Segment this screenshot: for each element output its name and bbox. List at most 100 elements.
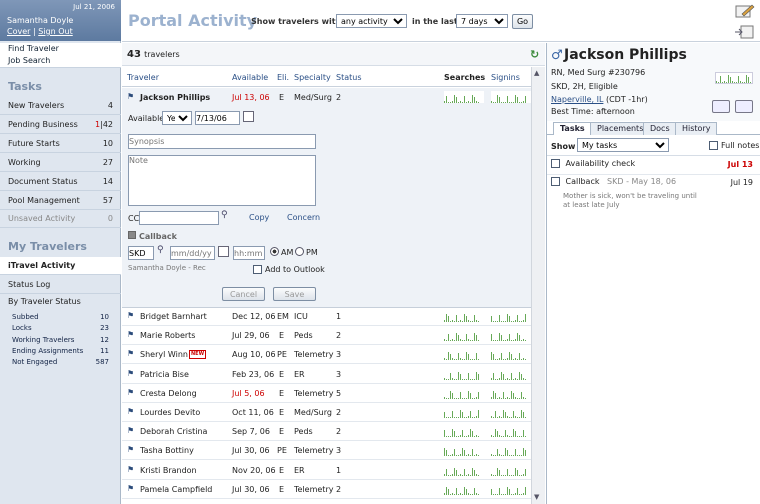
callback-date-input[interactable] (170, 246, 215, 260)
sidebar-item-pool-management[interactable]: Pool Management 57 (0, 192, 121, 210)
flag-icon: ⚑ (127, 330, 135, 340)
table-row[interactable]: ⚑ Sheryl Winn NEW Aug 10, 06 PE Telemetry 3 (122, 345, 531, 365)
traveler-name: Lourdes Devito (140, 408, 201, 417)
status-item-working-travelers[interactable]: Working Travelers 12 (12, 335, 109, 346)
save-button[interactable]: Save (273, 287, 316, 301)
sidebar-item-working[interactable]: Working 27 (0, 154, 121, 172)
status-item-subbed[interactable]: Subbed 10 (12, 312, 109, 323)
location-link[interactable]: Naperville, IL (551, 95, 603, 104)
eligibility: E (279, 331, 285, 341)
callback-time-input[interactable] (233, 246, 265, 260)
table-row[interactable]: ⚑ Patricia Bise Feb 23, 06 E ER 3 (122, 365, 531, 384)
task-checkbox[interactable] (551, 159, 560, 168)
contact-card-icon[interactable] (735, 100, 753, 113)
sidebar-item-document-status[interactable]: Document Status 14 (0, 173, 121, 191)
scroll-up-icon[interactable]: ▲ (534, 69, 539, 77)
table-row[interactable]: ⚑ Cresta Delong Jul 5, 06 E Telemetry 5 (122, 384, 531, 403)
eligibility: E (279, 369, 285, 379)
tab-placements[interactable]: Placements (590, 122, 651, 135)
col-status[interactable]: Status (336, 73, 362, 82)
am-radio[interactable] (270, 247, 279, 256)
lookup-icon[interactable]: ⚲ (221, 210, 228, 220)
col-specialty[interactable]: Specialty (294, 73, 331, 82)
pm-radio[interactable] (295, 247, 304, 256)
task-item[interactable]: Callback SKD - May 18, 06 Jul 19 Mother … (551, 177, 755, 219)
status: 1 (336, 312, 342, 321)
scroll-down-icon[interactable]: ▼ (534, 493, 539, 501)
synopsis-input[interactable] (128, 134, 316, 149)
status-item-not-engaged[interactable]: Not Engaged 587 (12, 357, 109, 368)
find-traveler-link[interactable]: Find Traveler (0, 43, 121, 55)
status: 5 (336, 388, 342, 398)
col-signins[interactable]: Signins (491, 73, 520, 82)
sidebar-item-unsaved-activity[interactable]: Unsaved Activity 0 (0, 210, 121, 228)
cancel-button[interactable]: Cancel (222, 287, 265, 301)
tab-history[interactable]: History (675, 122, 718, 135)
specialty: Telemetry (294, 446, 334, 456)
task-note: Mother is sick, won't be traveling until… (563, 192, 697, 209)
period-select[interactable]: 7 days (456, 14, 508, 28)
table-row[interactable]: ⚑ Kristi Brandon Nov 20, 06 E ER 1 (122, 461, 531, 480)
initials-lookup-icon[interactable]: ⚲ (157, 245, 164, 255)
callback-checkbox[interactable] (128, 231, 136, 239)
cc-input[interactable] (139, 211, 219, 225)
nav-itravel-activity[interactable]: iTravel Activity (0, 257, 121, 275)
table-row[interactable]: ⚑ Marie Roberts Jul 29, 06 E Peds 2 (122, 326, 531, 346)
traveler-name: Deborah Cristina (140, 427, 208, 437)
col-traveler[interactable]: Traveler (127, 73, 159, 82)
table-row-selected[interactable]: ⚑ Jackson Phillips Jul 13, 06 E Med/Surg… (122, 88, 531, 107)
status-item-locks[interactable]: Locks 23 (12, 323, 109, 334)
cover-link[interactable]: Cover (7, 27, 30, 36)
available-select[interactable]: Yes (162, 111, 192, 125)
table-row[interactable]: ⚑ Bridget Barnhart Dec 12, 06 EM ICU 1 (122, 307, 531, 326)
traveler-name: Tasha Bottiny (140, 446, 194, 456)
specialty: ER (294, 369, 305, 379)
flag-icon: ⚑ (127, 426, 135, 436)
copy-link[interactable]: Copy (249, 213, 269, 222)
available-label: Available (128, 114, 165, 123)
traveler-name: Sheryl Winn (140, 350, 188, 360)
table-row[interactable]: ⚑ Lourdes Devito Oct 11, 06 E Med/Surg 2 (122, 403, 531, 422)
nav-by-traveler-status[interactable]: By Traveler Status (0, 293, 121, 311)
refresh-icon[interactable]: ↻ (530, 48, 539, 61)
job-search-link[interactable]: Job Search (0, 55, 121, 67)
available-date: Jul 30, 06 (232, 484, 270, 494)
current-date: Jul 21, 2006 (73, 3, 115, 11)
sidebar-item-future-starts[interactable]: Future Starts 10 (0, 135, 121, 153)
status: 3 (336, 350, 342, 360)
available-date-input[interactable] (195, 111, 240, 125)
activity-select[interactable]: any activity (336, 14, 407, 28)
status-item-ending-assignments[interactable]: Ending Assignments 11 (12, 346, 109, 357)
nav-status-log[interactable]: Status Log (0, 276, 121, 294)
phone-icon[interactable] (712, 100, 730, 113)
add-outlook-checkbox[interactable] (253, 265, 262, 274)
col-eligible[interactable]: Eli. (277, 73, 289, 82)
export-icon[interactable] (733, 24, 755, 40)
callback-initials-input[interactable] (128, 246, 154, 260)
concern-link[interactable]: Concern (287, 213, 320, 222)
traveler-count: 43 travelers (127, 49, 180, 60)
task-checkbox[interactable] (551, 177, 560, 186)
col-searches[interactable]: Searches (444, 73, 485, 82)
go-button[interactable]: Go (512, 14, 533, 29)
table-row[interactable]: ⚑ Tasha Bottiny Jul 30, 06 PE Telemetry 3 (122, 441, 531, 461)
full-notes-checkbox[interactable] (709, 141, 718, 150)
col-available[interactable]: Available (232, 73, 268, 82)
task-filter-select[interactable]: My tasks (577, 138, 669, 152)
note-textarea[interactable] (128, 155, 316, 206)
flag-icon: ⚑ (127, 483, 135, 493)
sidebar-item-new-travelers[interactable]: New Travelers 4 (0, 97, 121, 115)
callback-calendar-icon[interactable] (218, 246, 229, 257)
table-row[interactable]: ⚑ Pamela Campfield Jul 30, 06 E Telemetry 2 (122, 480, 531, 499)
tab-tasks[interactable]: Tasks (553, 122, 592, 135)
pm-label: PM (306, 248, 318, 257)
sidebar-item-pending-business[interactable]: Pending Business 1|42 (0, 116, 121, 134)
calendar-icon[interactable] (243, 111, 254, 122)
tab-docs[interactable]: Docs (643, 122, 677, 135)
edit-icon[interactable] (733, 3, 755, 19)
scrollbar[interactable]: ▲ ▼ (531, 67, 545, 504)
task-item[interactable]: Availability check Jul 13 (551, 159, 755, 175)
sign-out-link[interactable]: Sign Out (38, 27, 73, 36)
table-row[interactable]: ⚑ Deborah Cristina Sep 7, 06 E Peds 2 (122, 422, 531, 442)
male-icon: ♂ (551, 48, 563, 63)
